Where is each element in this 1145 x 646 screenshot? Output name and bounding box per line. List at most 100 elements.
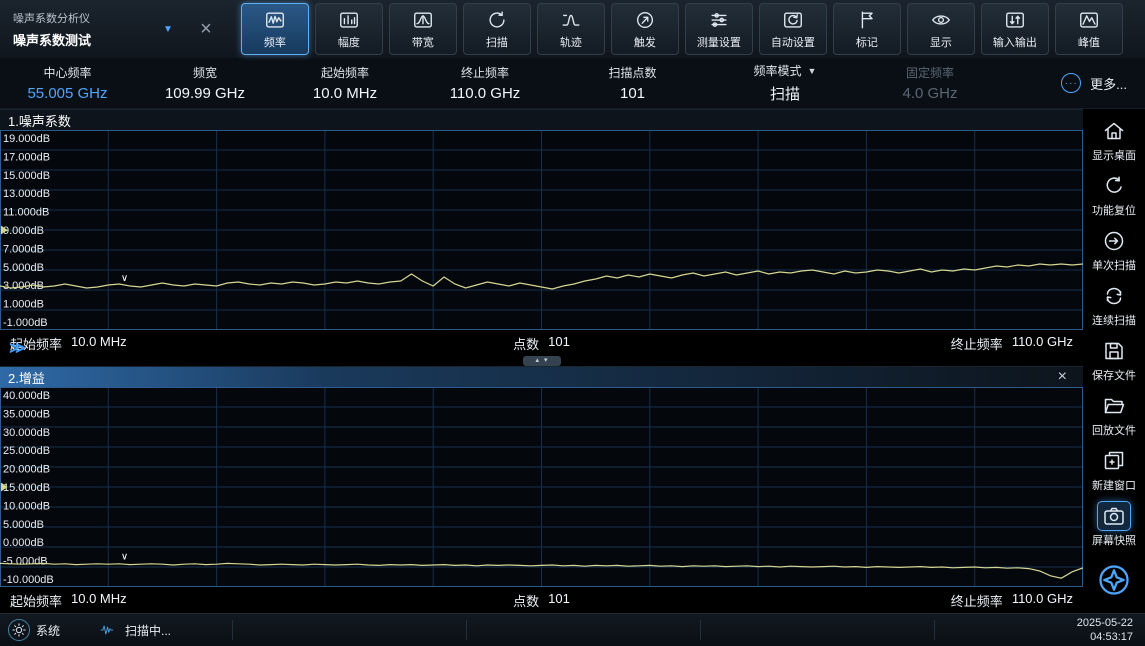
io-icon (1004, 9, 1026, 31)
continuous-sweep-icon (1098, 282, 1130, 310)
system-button[interactable]: 系统 (0, 619, 60, 641)
chart-close-icon[interactable]: × (1058, 369, 1067, 385)
mode-dropdown-caret[interactable]: ▼ (163, 24, 173, 35)
points-value: 101 (548, 334, 570, 353)
sidebar-button-new-window[interactable]: 新建窗口 (1083, 442, 1145, 497)
toolbar-button-label: 峰值 (1078, 34, 1100, 50)
y-axis-tick-label: 9.000dB (3, 225, 44, 237)
param-label: 频率模式 (754, 62, 802, 79)
y-axis-tick-label: 11.000dB (3, 207, 49, 219)
app-identity[interactable]: 噪声系数分析仪 噪声系数测试 (0, 10, 163, 49)
param-field-3[interactable]: 终止频率110.0 GHz (415, 58, 555, 108)
y-axis-tick-label: 15.000dB (3, 482, 50, 494)
param-field-2[interactable]: 起始频率10.0 MHz (275, 58, 415, 108)
top-bar: 噪声系数分析仪 噪声系数测试 ▼ × 频率 幅度带宽 扫描 轨迹 触发测量设置 自动设置 标… (0, 0, 1145, 58)
sidebar-button-label: 显示桌面 (1092, 147, 1136, 163)
more-button[interactable]: ···更多... (1061, 73, 1145, 93)
toolbar-button-bandwidth[interactable]: 带宽 (389, 3, 457, 55)
sidebar-button-single-sweep[interactable]: 单次扫描 (1083, 222, 1145, 277)
sidebar-button-playback[interactable]: 回放文件 (1083, 387, 1145, 442)
sidebar-button-save[interactable]: 保存文件 (1083, 332, 1145, 387)
toolbar-button-marker[interactable]: 标记 (833, 3, 901, 55)
start-freq-value: 10.0 MHz (71, 591, 127, 610)
param-field-0[interactable]: 中心频率 55.005 GHz (0, 58, 135, 108)
y-axis-tick-label: 1.000dB (3, 299, 44, 311)
sidebar-button-desktop[interactable]: 显示桌面 (1083, 112, 1145, 167)
sidebar-button-navigator[interactable] (1083, 552, 1145, 607)
toolbar-button-label: 频率 (264, 34, 286, 50)
sidebar-button-label: 连续扫描 (1092, 312, 1136, 328)
toolbar-button-display[interactable]: 显示 (907, 3, 975, 55)
sidebar-button-label: 回放文件 (1092, 422, 1136, 438)
param-field-5[interactable]: 频率模式▼扫描 (710, 58, 860, 108)
param-value: 扫描 (770, 83, 800, 104)
time-label: 04:53:17 (1077, 630, 1133, 644)
toolbar-button-label: 测量设置 (697, 34, 741, 50)
datetime-display: 2025-05-22 04:53:17 (1077, 616, 1145, 644)
statusbar-separator (232, 620, 233, 640)
sidebar-button-screenshot[interactable]: 屏幕快照 (1083, 497, 1145, 552)
statusbar-separator (700, 620, 701, 640)
bandwidth-icon (412, 9, 434, 31)
start-freq-value: 10.0 MHz (71, 334, 127, 353)
noise-figure-plot[interactable]: 19.000dB17.000dB15.000dB13.000dB11.000dB… (0, 130, 1083, 330)
param-label: 中心频率 (43, 64, 91, 81)
navigator-icon (1094, 560, 1134, 600)
y-axis-tick-label: 17.000dB (3, 151, 50, 163)
stop-freq-label: 终止频率 (951, 334, 1003, 353)
mode-name: 噪声系数测试 (13, 30, 163, 49)
chart-footer: 起始频率10.0 MHz点数101终止频率110.0 GHz (0, 330, 1083, 356)
points-label: 点数 (513, 334, 539, 353)
chart-title-bar[interactable]: 1.噪声系数 (0, 109, 1083, 130)
splitter-handle[interactable]: ▴▾ (523, 356, 561, 366)
toolbar-button-measure-setup[interactable]: 测量设置 (685, 3, 753, 55)
scan-status[interactable]: 扫描中... (96, 622, 171, 639)
toolbar-button-io[interactable]: 输入输出 (981, 3, 1049, 55)
param-value: 55.005 GHz (27, 85, 107, 102)
toolbar-button-frequency[interactable]: 频率 (241, 3, 309, 55)
toolbar-button-trigger[interactable]: 触发 (611, 3, 679, 55)
save-icon (1098, 337, 1130, 365)
expand-chevron[interactable]: ≫ (9, 338, 26, 358)
screenshot-icon (1098, 502, 1130, 530)
param-field-4[interactable]: 扫描点数101 (555, 58, 710, 108)
y-axis-tick-label: 40.000dB (3, 390, 50, 402)
amplitude-icon (338, 9, 360, 31)
frequency-icon (264, 9, 286, 31)
y-axis-tick-label: 30.000dB (3, 427, 50, 439)
toolbar-button-peak[interactable]: 峰值 (1055, 3, 1123, 55)
auto-setup-icon (782, 9, 804, 31)
toolbar-button-trace[interactable]: 轨迹 (537, 3, 605, 55)
param-label: 起始频率 (321, 64, 369, 81)
y-axis-tick-label: -1.000dB (3, 317, 48, 329)
date-label: 2025-05-22 (1077, 616, 1133, 630)
toolbar-button-label: 带宽 (412, 34, 434, 50)
toolbar-button-label: 显示 (930, 34, 952, 50)
toolbar-button-label: 标记 (856, 34, 878, 50)
trace-marker-icon: ∨ (121, 273, 128, 284)
gain-plot[interactable]: 40.000dB35.000dB30.000dB25.000dB20.000dB… (0, 387, 1083, 587)
system-label: 系统 (36, 622, 60, 639)
toolbar-button-label: 自动设置 (771, 34, 815, 50)
chart-title-bar[interactable]: 2.增益× (0, 366, 1083, 387)
sidebar-button-continuous-sweep[interactable]: 连续扫描 (1083, 277, 1145, 332)
toolbar-button-label: 轨迹 (560, 34, 582, 50)
toolbar-button-amplitude[interactable]: 幅度 (315, 3, 383, 55)
trace-marker-icon: ∨ (121, 552, 128, 563)
y-axis-tick-label: 25.000dB (3, 445, 50, 457)
app-close-icon[interactable]: × (189, 18, 223, 41)
y-axis-tick-label: 19.000dB (3, 133, 50, 145)
sidebar-button-reset[interactable]: 功能复位 (1083, 167, 1145, 222)
sidebar-button-label: 屏幕快照 (1092, 532, 1136, 548)
toolbar-button-label: 输入输出 (993, 34, 1037, 50)
content-area: 1.噪声系数19.000dB17.000dB15.000dB13.000dB11… (0, 109, 1145, 613)
toolbar-button-label: 扫描 (486, 34, 508, 50)
toolbar-button-sweep[interactable]: 扫描 (463, 3, 531, 55)
toolbar-button-auto-setup[interactable]: 自动设置 (759, 3, 827, 55)
y-axis-tick-label: 0.000dB (3, 537, 44, 549)
status-bar: 系统 扫描中... 2025-05-22 04:53:17 (0, 613, 1145, 646)
trigger-icon (634, 9, 656, 31)
param-field-1[interactable]: 频宽109.99 GHz (135, 58, 275, 108)
stop-freq-value: 110.0 GHz (1012, 334, 1073, 353)
waveform-icon (96, 623, 118, 637)
